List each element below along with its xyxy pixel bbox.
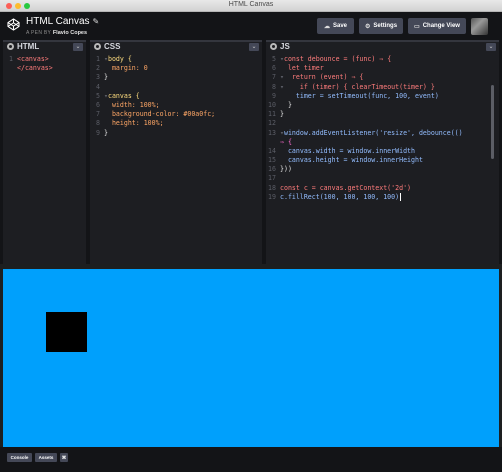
code-line: 18 const c = canvas.getContext('2d') xyxy=(268,183,412,192)
app-window: HTML Canvas HTML Canvas ✎ A PEN BY Flavio… xyxy=(0,0,502,472)
css-editor-label: CSS xyxy=(104,42,121,51)
html-settings-icon[interactable] xyxy=(7,43,14,50)
css-editor[interactable]: CSS ⌄ 1 ▾body { 2 margin: 0 3} 4 5 ▾canvas… xyxy=(90,40,262,264)
html-code[interactable]: 1 <canvas> </canvas> xyxy=(3,55,86,73)
code-line: </canvas> xyxy=(17,64,53,73)
html-editor-label: HTML xyxy=(17,42,40,51)
code-line: 8 height: 100%; xyxy=(96,119,164,128)
code-line: 4 xyxy=(96,82,100,91)
settings-button[interactable]: ⚙ Settings xyxy=(359,18,403,34)
cloud-icon: ☁ xyxy=(323,23,330,30)
keyboard-shortcuts-button[interactable]: ⌘ xyxy=(60,453,68,462)
code-line: 1 <canvas> xyxy=(9,55,49,63)
author-prefix: A PEN BY xyxy=(26,30,52,36)
editors-area: HTML ⌄ 1 <canvas> </canvas> CSS ⌄ 1 ▾body … xyxy=(0,40,502,264)
html-editor-header: HTML ⌄ xyxy=(3,40,86,53)
css-editor-header: CSS ⌄ xyxy=(90,40,262,53)
code-line: 5 ▾const debounce = (func) ⇒ { xyxy=(272,55,392,63)
code-line: 16})) xyxy=(268,165,292,174)
code-line: 13 ▾window.addEventListener('resize', deb… xyxy=(268,128,463,137)
css-settings-icon[interactable] xyxy=(94,43,101,50)
code-line: 3} xyxy=(96,73,108,82)
assets-button[interactable]: Assets xyxy=(35,453,57,462)
layout-icon: ▭ xyxy=(414,23,420,30)
settings-label: Settings xyxy=(373,23,398,29)
author-name[interactable]: Flavio Copes xyxy=(53,30,87,36)
chevron-down-icon[interactable]: ⌄ xyxy=(486,43,496,51)
code-line: 2 margin: 0 xyxy=(96,64,148,73)
code-line: 10 } xyxy=(268,100,292,109)
footer-bar: Console Assets ⌘ xyxy=(0,447,502,472)
code-line: 12 xyxy=(268,119,276,128)
code-line: 19 c.fillRect(100, 100, 100, 100) xyxy=(268,192,402,201)
console-button[interactable]: Console xyxy=(7,453,32,462)
chevron-down-icon[interactable]: ⌄ xyxy=(249,43,259,51)
code-line: 7 background-color: #00a0fc; xyxy=(96,110,216,119)
html-editor[interactable]: HTML ⌄ 1 <canvas> </canvas> xyxy=(3,40,86,264)
pencil-icon[interactable]: ✎ xyxy=(93,17,100,26)
js-editor[interactable]: JS ⌄ 5 ▾const debounce = (func) ⇒ { 6 let… xyxy=(266,40,499,264)
code-line: 6 let timer xyxy=(272,64,324,73)
code-line: 6 width: 100%; xyxy=(96,100,160,109)
title-bar: HTML Canvas xyxy=(0,0,502,12)
code-line: 9 timer = setTimeout(func, 100, event) xyxy=(272,91,439,100)
js-editor-label: JS xyxy=(280,42,290,51)
window-title: HTML Canvas xyxy=(228,1,274,8)
js-settings-icon[interactable] xyxy=(270,43,277,50)
avatar[interactable] xyxy=(471,18,488,35)
code-line: 7 ▾ return (event) ⇒ { xyxy=(272,73,364,82)
pen-title-text: HTML Canvas xyxy=(26,16,90,27)
gear-icon: ⚙ xyxy=(364,23,371,30)
change-view-button[interactable]: ▭ Change View xyxy=(408,18,466,34)
code-line: 1 ▾body { xyxy=(96,55,132,63)
js-editor-header: JS ⌄ xyxy=(266,40,499,53)
code-line: 5 ▾canvas { xyxy=(96,91,140,100)
code-line: 14 canvas.width = window.innerWidth xyxy=(268,146,415,155)
code-line: 8 ▾ if (timer) { clearTimeout(timer) } xyxy=(272,82,435,91)
chevron-down-icon[interactable]: ⌄ xyxy=(73,43,83,51)
code-line: 11} xyxy=(268,110,284,119)
js-scrollbar[interactable] xyxy=(491,85,494,159)
code-line: 9} xyxy=(96,128,108,137)
js-code[interactable]: 5 ▾const debounce = (func) ⇒ { 6 let time… xyxy=(266,55,499,202)
preview-canvas[interactable] xyxy=(3,269,499,447)
change-view-label: Change View xyxy=(422,23,460,29)
css-code[interactable]: 1 ▾body { 2 margin: 0 3} 4 5 ▾canvas { 6 w… xyxy=(90,55,262,138)
text-cursor xyxy=(400,192,402,201)
pen-title[interactable]: HTML Canvas ✎ xyxy=(26,16,99,27)
filled-rect xyxy=(46,312,87,352)
code-line: ⇒ { xyxy=(280,137,292,146)
code-line: 15 canvas.height = window.innerHeight xyxy=(268,156,423,165)
pen-author: A PEN BY Flavio Copes xyxy=(26,30,87,36)
save-button[interactable]: ☁ Save xyxy=(317,18,354,34)
save-label: Save xyxy=(332,23,347,29)
codepen-logo-icon[interactable] xyxy=(7,18,20,31)
code-line: 17 xyxy=(268,174,276,183)
pen-header: HTML Canvas ✎ A PEN BY Flavio Copes ☁ Sav… xyxy=(0,12,502,40)
